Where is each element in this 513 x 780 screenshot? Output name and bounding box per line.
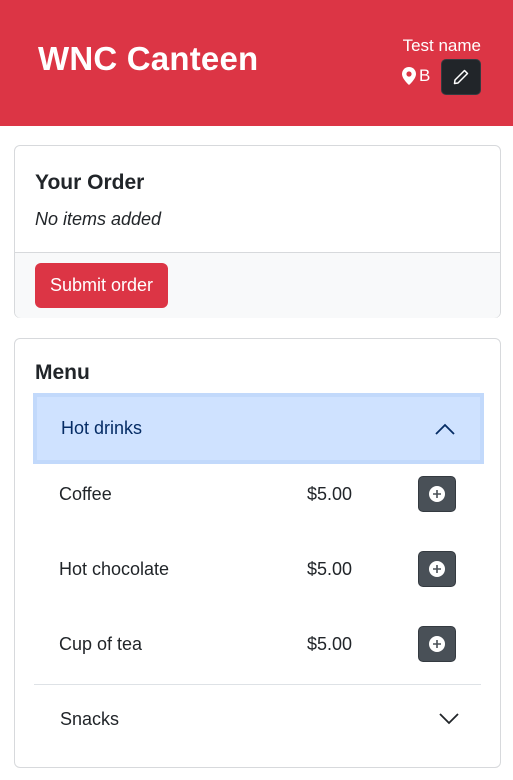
brand-title: WNC Canteen: [38, 40, 259, 77]
chevron-up-icon: [435, 423, 455, 435]
pencil-icon: [453, 69, 469, 85]
menu-title: Menu: [35, 361, 90, 384]
order-empty-text: No items added: [35, 209, 162, 229]
category-label: Snacks: [60, 708, 120, 729]
location-indicator: B: [402, 66, 430, 86]
accordion-hot-drinks[interactable]: Hot drinks: [33, 393, 484, 464]
item-price: $5.00: [307, 484, 353, 504]
submit-order-button[interactable]: Submit order: [35, 263, 169, 308]
order-footer: Submit order: [15, 252, 500, 318]
add-item-button[interactable]: [418, 476, 456, 512]
item-price: $5.00: [307, 559, 353, 579]
plus-circle-icon: [429, 561, 445, 577]
add-item-button[interactable]: [418, 626, 456, 662]
item-name: Coffee: [59, 484, 112, 504]
menu-item: Hot chocolate $5.00: [59, 549, 457, 589]
order-title: Your Order: [35, 171, 145, 194]
category-label: Hot drinks: [61, 418, 143, 438]
add-item-button[interactable]: [418, 551, 456, 587]
accordion-snacks[interactable]: Snacks: [33, 686, 484, 752]
app-header: WNC Canteen Test name B: [0, 0, 513, 126]
menu-item: Cup of tea $5.00: [59, 624, 457, 664]
item-name: Hot chocolate: [59, 559, 170, 579]
menu-card: Menu Hot drinks Coffee $5.00 Hot chocola…: [14, 338, 501, 768]
plus-circle-icon: [429, 486, 445, 502]
divider: [34, 684, 481, 685]
plus-circle-icon: [429, 636, 445, 652]
location-label: B: [419, 66, 431, 85]
map-pin-icon: [402, 67, 416, 85]
edit-profile-button[interactable]: [441, 59, 481, 95]
menu-item: Coffee $5.00: [59, 474, 457, 514]
user-name: Test name: [402, 36, 481, 55]
chevron-down-icon: [439, 713, 459, 725]
item-name: Cup of tea: [59, 634, 143, 654]
order-card: Your Order No items added Submit order: [14, 145, 501, 318]
item-price: $5.00: [307, 634, 353, 654]
